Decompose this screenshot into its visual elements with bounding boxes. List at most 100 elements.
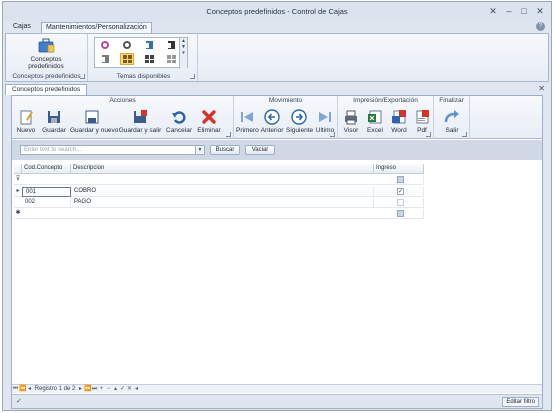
restore-layout-icon[interactable]: ✕ [487,5,499,17]
conceptos-predefinidos-button[interactable]: Conceptos predefinidos [20,36,72,70]
nav-next-icon[interactable]: ▸ [77,385,84,393]
theme-gallery-item[interactable] [143,40,157,52]
search-input[interactable]: Enter text to search... [20,145,196,155]
group-acciones-title: Acciones [109,97,136,104]
cell-cod-concepto[interactable]: 001 [22,187,71,197]
nav-scroll-left-icon[interactable]: ◂ [133,385,140,393]
salir-button[interactable]: Salir [441,109,463,135]
excel-button[interactable]: Excel [364,109,386,135]
nuevo-button[interactable]: Nuevo [15,109,37,135]
briefcase-icon [38,38,55,53]
dialog-launcher-icon[interactable] [190,74,195,79]
theme-gallery-item[interactable] [121,40,135,52]
nav-cancel-icon[interactable]: ✕ [126,385,133,393]
cell-cod-concepto[interactable]: 002 [22,198,71,208]
column-header-cod-concepto[interactable]: Cod.Concepto [22,164,71,174]
table-row[interactable]: 002 PAGO [14,198,424,208]
guardar-y-nuevo-button[interactable]: Guardar y nuevo [70,109,119,135]
dialog-launcher-icon[interactable] [462,132,467,137]
edit-filter-button[interactable]: Editar filtro [502,397,539,407]
office-logo-icon [145,41,153,49]
nav-last-icon[interactable]: ⏭ [91,385,98,393]
save-new-icon [85,110,99,124]
new-item-row[interactable]: ✱ [14,209,424,219]
help-icon[interactable]: ? [536,22,545,31]
close-button[interactable]: ✕ [534,5,546,17]
nav-next-page-icon[interactable]: ⏩ [84,385,91,393]
guardar-button[interactable]: Guardar [42,109,66,135]
cancelar-button[interactable]: Cancelar [166,109,192,135]
minimize-button[interactable]: – [503,5,515,17]
nav-prev-page-icon[interactable]: ⏪ [19,385,26,393]
dialog-launcher-icon[interactable] [80,74,85,79]
nav-confirm-icon[interactable]: ✓ [119,385,126,393]
filter-enabled-checkbox[interactable]: ✓ [16,398,24,406]
word-button[interactable]: Word [388,109,410,135]
filter-row[interactable]: ⊽ [14,175,424,185]
row-indicator-header [14,164,22,174]
group-finalizar: Finalizar Salir [434,96,470,139]
filter-checkbox[interactable] [397,176,404,183]
theme-gallery-item[interactable] [165,54,179,66]
theme-gallery-item[interactable] [99,40,113,52]
guardar-y-salir-button[interactable]: Guardar y salir [118,109,162,135]
office-logo-icon [167,41,175,49]
cell-descripcion[interactable]: PAGO [71,198,374,208]
close-document-icon[interactable]: ✕ [538,84,545,93]
group-temas: ▲ ▼ ▾ Temas disponibles [90,34,198,81]
theme-gallery-item[interactable] [143,54,157,66]
word-icon [392,110,406,124]
nav-edit-icon[interactable]: ▴ [112,385,119,393]
filter-cell-ingreso[interactable] [374,175,424,185]
cell-ingreso[interactable] [374,209,424,219]
ingreso-checkbox[interactable] [397,210,404,217]
content-area: Acciones Nuevo Guardar Guardar y nuevo G… [11,95,543,409]
guardar-y-salir-label: Guardar y salir [118,127,162,134]
search-dropdown-button[interactable]: ▼ [196,145,205,155]
eliminar-button[interactable]: Eliminar [196,109,222,135]
cell-descripcion[interactable]: COBRO [71,187,374,197]
column-header-ingreso[interactable]: Ingreso [374,164,424,174]
column-header-descripcion[interactable]: Descripcion [71,164,374,174]
tab-mantenimientos[interactable]: Mantenimientos/Personalización [41,22,152,33]
visor-button[interactable]: Visor [340,109,362,135]
nav-add-icon[interactable]: + [98,385,105,393]
maximize-button[interactable]: □ [518,5,530,17]
current-row-indicator-icon: ▸ [16,188,20,194]
gallery-scrollbar[interactable]: ▲ ▼ ▾ [179,38,187,69]
siguiente-button[interactable]: Siguiente [286,109,313,135]
dialog-launcher-icon[interactable] [330,132,335,137]
salir-label: Salir [445,127,459,134]
primero-button[interactable]: Primero [236,109,259,135]
nav-remove-icon[interactable]: − [105,385,112,393]
theme-gallery-item[interactable] [165,40,179,52]
filter-status-bar: ✓ Editar filtro [12,394,542,408]
buscar-button[interactable]: Buscar [210,145,240,155]
record-position-text: Registro 1 de 2 [34,386,76,392]
window-title: Conceptos predefinidos - Control de Caja… [206,7,348,16]
ingreso-checkbox[interactable]: ✓ [397,188,404,195]
previous-arrow-icon [264,109,280,125]
cell-ingreso[interactable]: ✓ [374,187,424,197]
table-row[interactable]: ▸ 001 COBRO ✓ [14,187,424,197]
cell-ingreso[interactable] [374,198,424,208]
vaciar-button[interactable]: Vaciar [245,145,275,155]
ribbon-tabs: Cajas Mantenimientos/Personalización ? [3,21,551,33]
group-movimiento: Movimiento Primero Anterior Siguiente Ul… [234,96,338,139]
document-tab[interactable]: Conceptos predefinidos [5,84,88,95]
ingreso-checkbox[interactable] [397,199,404,206]
theme-gallery-item-selected[interactable] [120,53,134,65]
nav-first-icon[interactable]: ⏮ [12,385,19,393]
dialog-launcher-icon[interactable] [226,132,231,137]
tab-cajas[interactable]: Cajas [9,22,35,33]
theme-gallery-item[interactable] [99,54,113,66]
next-arrow-icon [291,109,307,125]
anterior-button[interactable]: Anterior [260,109,284,135]
printer-icon [345,110,357,125]
guardar-y-nuevo-label: Guardar y nuevo [70,127,119,134]
dialog-launcher-icon[interactable] [426,132,431,137]
nav-prev-icon[interactable]: ◂ [26,385,33,393]
group-impresion-title: Impresión/Exportación [353,97,418,104]
conceptos-predefinidos-label: Conceptos predefinidos [28,56,64,70]
guardar-label: Guardar [42,127,66,134]
